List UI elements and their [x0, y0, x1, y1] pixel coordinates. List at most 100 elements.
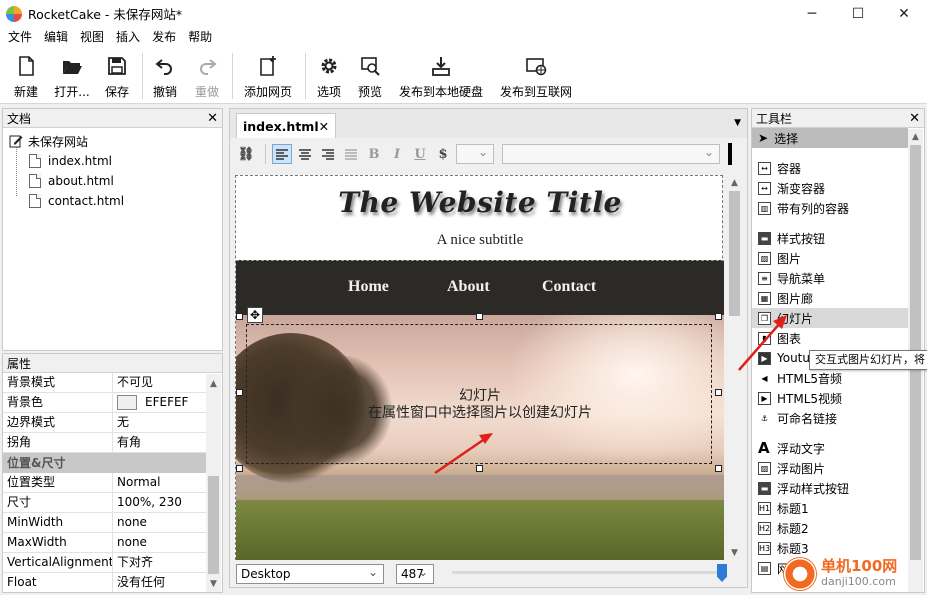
property-value[interactable]: none [113, 533, 147, 552]
publish-web-button[interactable]: 发布到互联网 [498, 51, 574, 101]
preview-button[interactable]: 预览 [355, 51, 385, 101]
property-row[interactable]: MaxWidth none [3, 533, 206, 553]
tool-heading-3[interactable]: H3 标题3 [752, 538, 908, 558]
close-icon[interactable]: ✕ [319, 119, 329, 134]
properties-scrollbar[interactable]: ▲ ▼ [206, 374, 221, 592]
property-section-header[interactable]: 位置&尺寸 [3, 453, 206, 473]
tab-index-html[interactable]: index.html ✕ [236, 113, 336, 139]
text-color-indicator[interactable] [728, 143, 732, 165]
scroll-up-icon[interactable]: ▲ [908, 129, 923, 144]
tool-select[interactable]: ➤ 选择 [752, 128, 908, 148]
tree-item-file[interactable]: about.html [9, 171, 222, 191]
property-row[interactable]: Float 没有任何 [3, 573, 206, 592]
align-justify-icon[interactable] [341, 144, 361, 164]
tool-floating-button[interactable]: ▬ 浮动样式按钮 [752, 478, 908, 498]
open-button[interactable]: 打开... [52, 51, 92, 101]
link-icon[interactable]: ⛓ [236, 144, 256, 164]
property-row[interactable]: 位置类型 Normal [3, 473, 206, 493]
tree-item-file[interactable]: index.html [9, 151, 222, 171]
scroll-down-icon[interactable]: ▼ [206, 576, 221, 591]
property-value[interactable]: 下对齐 [113, 553, 153, 572]
property-row[interactable]: MinWidth none [3, 513, 206, 533]
new-button[interactable]: 新建 [10, 51, 42, 101]
property-value[interactable]: 不可见 [113, 373, 153, 392]
tool-image[interactable]: ▨ 图片 [752, 248, 908, 268]
italic-icon[interactable]: I [387, 144, 407, 164]
scroll-up-icon[interactable]: ▲ [206, 376, 221, 391]
tool-heading-2[interactable]: H2 标题2 [752, 518, 908, 538]
property-value[interactable]: 无 [113, 413, 129, 432]
property-row[interactable]: 尺寸 100%, 230 [3, 493, 206, 513]
close-icon[interactable]: ✕ [207, 112, 218, 125]
font-size-combo[interactable] [456, 144, 494, 164]
property-row[interactable]: 背景色 EFEFEF [3, 393, 206, 413]
close-button[interactable]: ✕ [881, 0, 927, 27]
tool-named-link[interactable]: ⚓ 可命名链接 [752, 408, 908, 428]
tool-floating-text[interactable]: A 浮动文字 [752, 438, 908, 458]
bold-icon[interactable]: B [364, 144, 384, 164]
menu-file[interactable]: 文件 [2, 27, 38, 47]
menu-publish[interactable]: 发布 [146, 27, 182, 47]
menu-help[interactable]: 帮助 [182, 27, 218, 47]
publish-local-button[interactable]: 发布到本地硬盘 [397, 51, 485, 101]
tool-floating-image[interactable]: ▨ 浮动图片 [752, 458, 908, 478]
tool-gradient-container[interactable]: ↔ 渐变容器 [752, 178, 908, 198]
nav-item-contact[interactable]: Contact [542, 278, 596, 296]
tool-gallery[interactable]: ▦ 图片廊 [752, 288, 908, 308]
color-swatch[interactable] [117, 395, 137, 410]
site-subtitle[interactable]: A nice subtitle [236, 232, 724, 249]
dollar-icon[interactable]: $ [433, 144, 453, 164]
tool-style-button[interactable]: ▬ 样式按钮 [752, 228, 908, 248]
align-right-icon[interactable] [318, 144, 338, 164]
resize-handle[interactable] [476, 313, 483, 320]
options-button[interactable]: 选项 [314, 51, 344, 101]
resize-handle[interactable] [236, 465, 243, 472]
tool-container[interactable]: ↔ 容器 [752, 158, 908, 178]
font-family-combo[interactable] [502, 144, 720, 164]
resize-handle[interactable] [236, 313, 243, 320]
tree-item-file[interactable]: contact.html [9, 191, 222, 211]
scroll-up-icon[interactable]: ▲ [727, 175, 742, 190]
underline-icon[interactable]: U [410, 144, 430, 164]
design-canvas[interactable]: The Website Title A nice subtitle Home A… [229, 170, 748, 560]
property-row[interactable]: 边界模式无 [3, 413, 206, 433]
align-left-icon[interactable] [272, 144, 292, 164]
undo-button[interactable]: 撤销 [150, 51, 180, 101]
resize-handle[interactable] [715, 313, 722, 320]
nav-item-about[interactable]: About [447, 278, 490, 296]
menu-insert[interactable]: 插入 [110, 27, 146, 47]
page-preview[interactable]: The Website Title A nice subtitle Home A… [235, 175, 724, 560]
property-row[interactable]: 拐角 有角 [3, 433, 206, 453]
align-center-icon[interactable] [295, 144, 315, 164]
scroll-thumb[interactable] [729, 191, 740, 316]
tool-column-container[interactable]: ▥ 带有列的容器 [752, 198, 908, 218]
scroll-thumb[interactable] [208, 476, 219, 574]
zoom-slider-thumb[interactable] [717, 564, 727, 582]
property-value[interactable]: 没有任何 [113, 573, 165, 592]
tree-item-site[interactable]: 未保存网站 [9, 131, 222, 151]
nav-menu[interactable]: Home About Contact [236, 260, 724, 315]
close-icon[interactable]: ✕ [909, 112, 920, 125]
property-row[interactable]: 背景模式 不可见 [3, 373, 206, 393]
scroll-down-icon[interactable]: ▼ [727, 545, 742, 560]
tool-html5-video[interactable]: ▶ HTML5视频 [752, 388, 908, 408]
site-title[interactable]: The Website Title [236, 186, 724, 219]
menu-view[interactable]: 视图 [74, 27, 110, 47]
property-value[interactable]: 100%, 230 [113, 493, 182, 512]
move-handle-icon[interactable]: ✥ [247, 307, 263, 323]
property-value[interactable]: 有角 [113, 433, 141, 452]
redo-button[interactable]: 重做 [192, 51, 222, 101]
tab-list-dropdown-icon[interactable]: ▼ [734, 118, 741, 128]
menu-edit[interactable]: 编辑 [38, 27, 74, 47]
tool-heading-1[interactable]: H1 标题1 [752, 498, 908, 518]
device-select[interactable]: Desktop [236, 564, 384, 584]
minimize-button[interactable]: ─ [789, 0, 835, 27]
maximize-button[interactable]: ☐ [835, 0, 881, 27]
nav-item-home[interactable]: Home [348, 278, 389, 296]
property-value[interactable]: Normal [113, 473, 160, 492]
property-value[interactable]: none [113, 513, 147, 532]
tool-nav-menu[interactable]: ≡ 导航菜单 [752, 268, 908, 288]
add-page-button[interactable]: 添加网页 [242, 51, 294, 101]
property-value-color[interactable]: EFEFEF [113, 393, 188, 412]
width-field[interactable]: 487 [396, 564, 434, 584]
